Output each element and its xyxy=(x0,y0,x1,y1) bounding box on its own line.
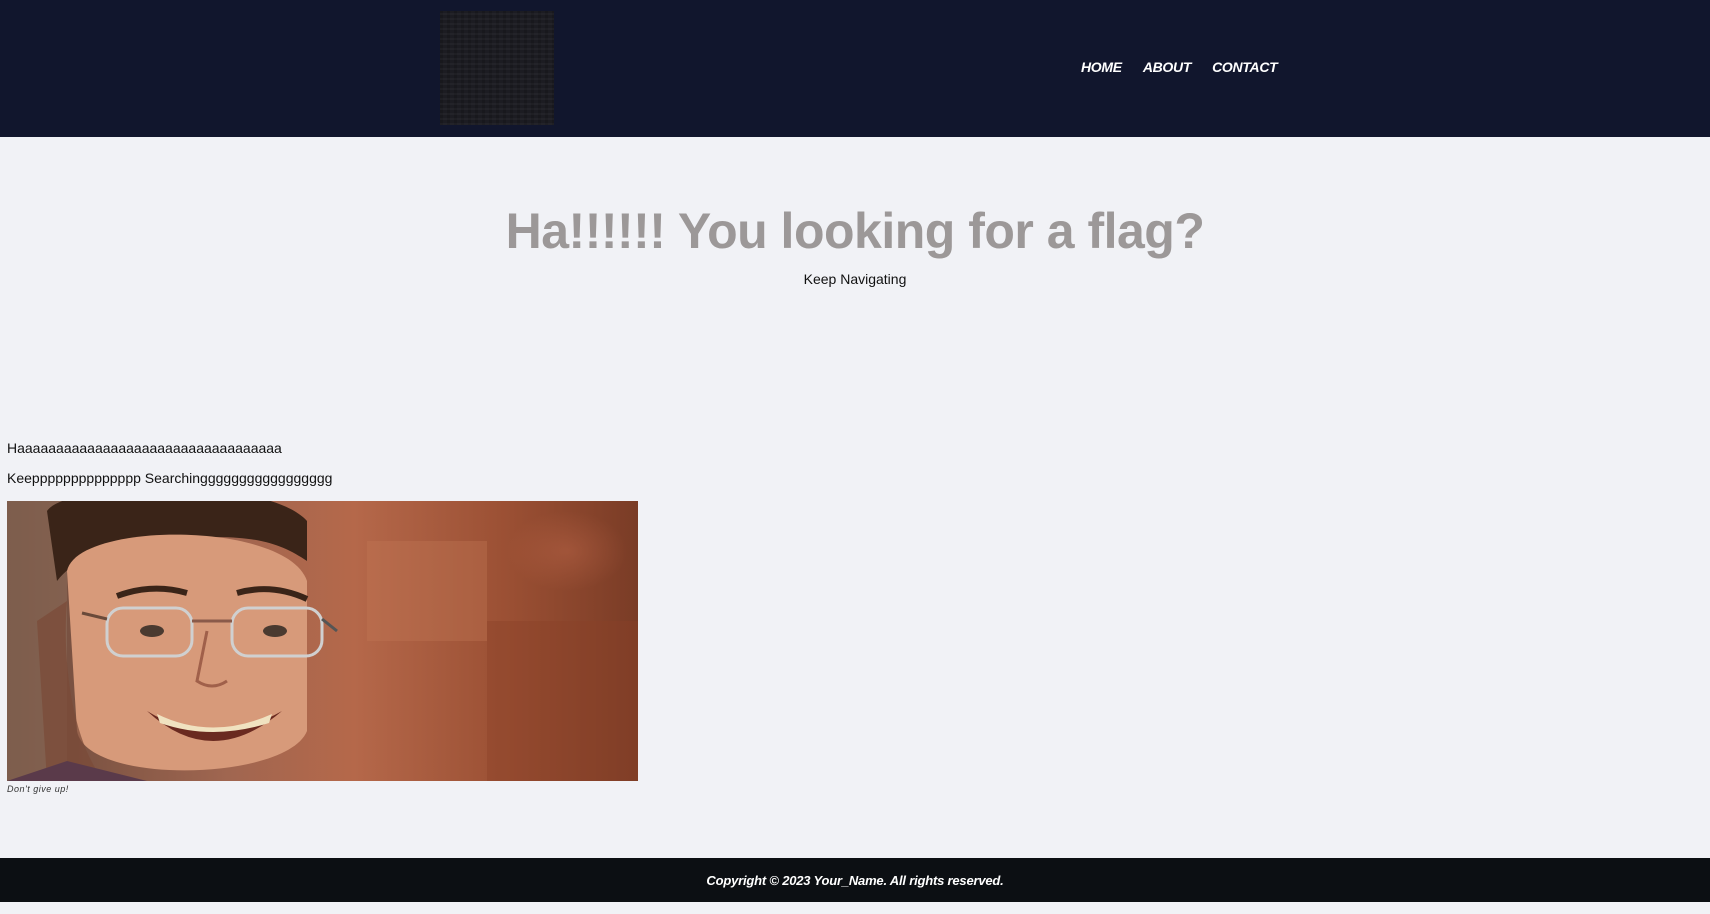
hero-subtitle: Keep Navigating xyxy=(803,271,907,287)
smiling-man-photo xyxy=(7,501,638,781)
content-paragraph: Haaaaaaaaaaaaaaaaaaaaaaaaaaaaaaaaaa xyxy=(7,440,282,456)
content-paragraph: Keepppppppppppppp Searchingggggggggggggg… xyxy=(7,470,333,486)
image-caption: Don't give up! xyxy=(7,784,69,794)
hero-title: Ha!!!!!! You looking for a flag? xyxy=(505,203,1205,259)
main-nav: HOME ABOUT CONTACT xyxy=(1081,59,1298,75)
nav-contact-link[interactable]: CONTACT xyxy=(1212,59,1278,75)
nav-home-link[interactable]: HOME xyxy=(1081,59,1122,75)
nav-about-link[interactable]: ABOUT xyxy=(1143,59,1192,75)
copyright-text: Copyright © 2023 Your_Name. All rights r… xyxy=(706,872,1004,888)
photo-illustration xyxy=(7,501,638,781)
site-footer: Copyright © 2023 Your_Name. All rights r… xyxy=(0,858,1710,902)
site-header: HOME ABOUT CONTACT xyxy=(0,0,1710,137)
site-logo[interactable] xyxy=(440,11,554,125)
